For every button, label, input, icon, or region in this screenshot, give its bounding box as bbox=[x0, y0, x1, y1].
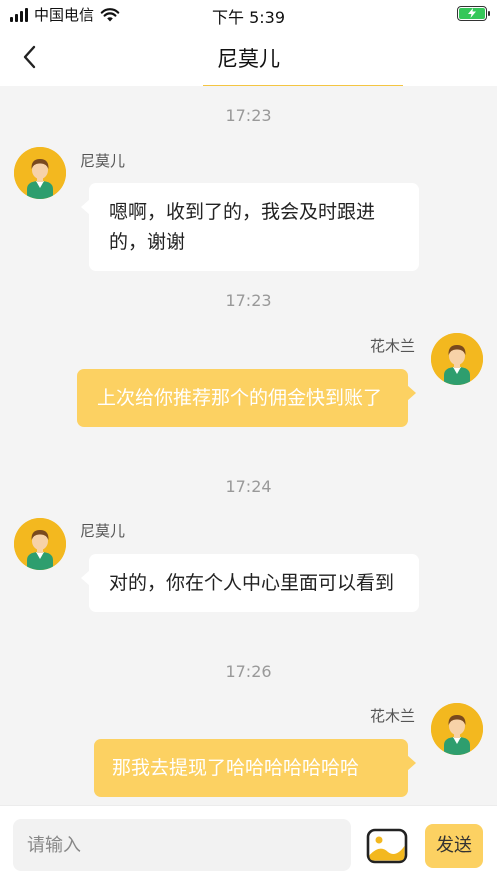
sender-name: 尼莫儿 bbox=[80, 152, 126, 170]
message-bubble-sent[interactable]: 上次给你推荐那个的佣金快到账了 bbox=[77, 369, 416, 427]
sender-name: 花木兰 bbox=[370, 337, 416, 355]
message-bubble-sent[interactable]: 那我去提现了哈哈哈哈哈哈哈 bbox=[94, 739, 416, 797]
nav-divider bbox=[203, 85, 403, 86]
page-title: 尼莫儿 bbox=[217, 47, 280, 71]
user-avatar-icon bbox=[14, 147, 66, 199]
avatar[interactable] bbox=[431, 703, 483, 755]
message-bubble-received[interactable]: 嗯啊，收到了的，我会及时跟进的，谢谢 bbox=[81, 183, 419, 271]
avatar[interactable] bbox=[14, 518, 66, 570]
sender-name: 花木兰 bbox=[370, 707, 416, 725]
avatar[interactable] bbox=[14, 147, 66, 199]
message-timestamp: 17:24 bbox=[225, 477, 272, 496]
user-avatar-icon bbox=[431, 703, 483, 755]
user-avatar-icon bbox=[14, 518, 66, 570]
input-bar: 发送 bbox=[0, 805, 497, 883]
message-timestamp: 17:23 bbox=[225, 106, 272, 125]
user-avatar-icon bbox=[431, 333, 483, 385]
image-icon[interactable] bbox=[366, 828, 408, 864]
message-input[interactable] bbox=[13, 819, 351, 871]
message-timestamp: 17:26 bbox=[225, 662, 272, 681]
message-bubble-received[interactable]: 对的，你在个人中心里面可以看到 bbox=[81, 554, 419, 612]
status-bar: 中国电信 下午 5:39 bbox=[0, 0, 497, 30]
status-time: 下午 5:39 bbox=[211, 8, 286, 27]
message-timestamp: 17:23 bbox=[225, 291, 272, 310]
send-button[interactable]: 发送 bbox=[425, 824, 483, 868]
nav-bar: 尼莫儿 bbox=[0, 30, 497, 86]
battery-charging-icon bbox=[457, 6, 490, 21]
avatar[interactable] bbox=[431, 333, 483, 385]
sender-name: 尼莫儿 bbox=[80, 522, 126, 540]
